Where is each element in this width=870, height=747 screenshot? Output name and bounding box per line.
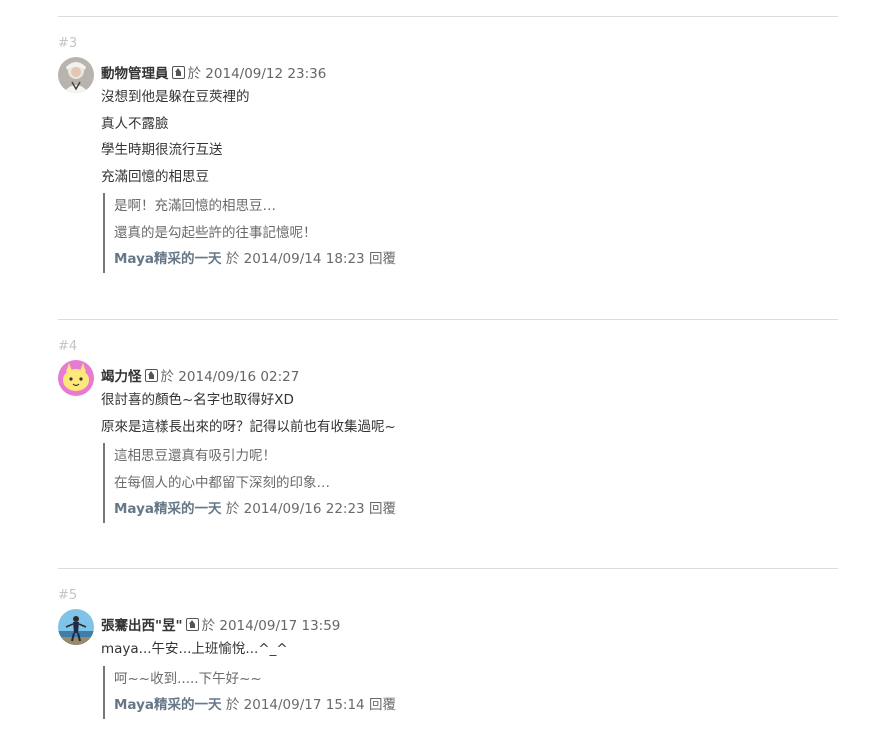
comment-header: 張騫出西"昱" 於 2014/09/17 13:59 — [58, 609, 838, 645]
comment-number: #5 — [58, 588, 78, 603]
at-label: 於 — [201, 618, 216, 634]
reply-line: 是啊！充滿回憶的相思豆… — [114, 198, 276, 214]
reply-time: 2014/09/16 22:23 — [243, 501, 365, 517]
reply-block: 是啊！充滿回憶的相思豆… 還真的是勾起些許的往事記憶呢！ Maya精采的一天 於… — [103, 193, 838, 273]
comment-line: 真人不露臉 — [101, 115, 169, 132]
reply-author[interactable]: Maya精采的一天 — [114, 501, 222, 517]
reply-label: 回覆 — [368, 697, 396, 713]
avatar-icon — [58, 609, 94, 645]
reply-author[interactable]: Maya精采的一天 — [114, 251, 222, 267]
reply-label: 回覆 — [368, 501, 396, 517]
comment-time: 2014/09/16 02:27 — [178, 369, 300, 385]
comment-meta: 張騫出西"昱" 於 2014/09/17 13:59 — [101, 616, 340, 636]
comment-3: #3 動物管理員於 2014/09/12 23:36 沒想到他是躲在豆莢裡的 真… — [58, 35, 838, 273]
comment-divider — [58, 319, 838, 320]
comment-header: 動物管理員 於 2014/09/12 23:36 — [58, 57, 838, 93]
reply-label: 回覆 — [368, 251, 396, 267]
reply-author[interactable]: Maya精采的一天 — [114, 697, 222, 713]
blog-home-icon[interactable] — [171, 66, 185, 79]
comment-body: maya...午安...上班愉悅...^_^ 呵~~收到.....下午好~~ M… — [101, 636, 838, 719]
comment-divider — [58, 16, 838, 17]
comment-body: 很討喜的顏色~名字也取得好XD 原來是這樣長出來的呀？記得以前也有收集過呢~ 這… — [101, 387, 838, 523]
reply-meta: Maya精采的一天 於 2014/09/17 15:14 回覆 — [114, 692, 838, 719]
avatar-icon — [58, 57, 94, 93]
reply-meta: Maya精采的一天 於 2014/09/14 18:23 回覆 — [114, 246, 838, 273]
reply-block: 這相思豆還真有吸引力呢！ 在每個人的心中都留下深刻的印象… Maya精采的一天 … — [103, 443, 838, 523]
reply-line: 還真的是勾起些許的往事記憶呢！ — [114, 224, 317, 241]
reply-time: 2014/09/17 15:14 — [243, 697, 365, 713]
comment-time: 2014/09/12 23:36 — [205, 66, 327, 82]
comment-line: 充滿回憶的相思豆 — [101, 168, 209, 185]
at-label: 於 — [225, 697, 240, 713]
comment-divider — [58, 568, 838, 569]
comment-author[interactable]: 竭力怪 — [101, 369, 142, 385]
comment-meta: 動物管理員 於 2014/09/12 23:36 — [101, 64, 326, 84]
comment-line: 原來是這樣長出來的呀？記得以前也有收集過呢~ — [101, 418, 396, 435]
reply-line: 呵~~收到.....下午好~~ — [114, 670, 262, 687]
at-label: 於 — [187, 66, 202, 82]
at-label: 於 — [160, 369, 175, 385]
blog-home-icon[interactable] — [185, 618, 199, 631]
at-label: 於 — [225, 501, 240, 517]
reply-time: 2014/09/14 18:23 — [243, 251, 365, 267]
blog-home-icon[interactable] — [144, 369, 158, 382]
reply-line: 在每個人的心中都留下深刻的印象… — [114, 474, 330, 491]
avatar[interactable] — [58, 57, 94, 93]
at-label: 於 — [225, 251, 240, 267]
comment-number: #3 — [58, 36, 78, 51]
reply-meta: Maya精采的一天 於 2014/09/16 22:23 回覆 — [114, 496, 838, 523]
comment-number: #4 — [58, 339, 78, 354]
comment-time: 2014/09/17 13:59 — [219, 618, 341, 634]
comment-meta: 竭力怪 於 2014/09/16 02:27 — [101, 367, 299, 387]
avatar[interactable] — [58, 609, 94, 645]
comment-author[interactable]: 張騫出西"昱" — [101, 618, 183, 634]
avatar[interactable] — [58, 360, 94, 396]
comment-5: #5 張騫出西"昱" 於 2014/09/17 13:59 maya...午安..… — [58, 587, 838, 719]
comment-author[interactable]: 動物管理員 — [101, 66, 169, 82]
reply-line: 這相思豆還真有吸引力呢！ — [114, 448, 276, 464]
avatar-icon — [58, 360, 94, 396]
comment-4: #4 竭力怪於 2014/09/16 02:27 很討喜的顏色~名字也取得好XD… — [58, 338, 838, 523]
reply-block: 呵~~收到.....下午好~~ Maya精采的一天 於 2014/09/17 1… — [103, 665, 838, 719]
comment-header: 竭力怪 於 2014/09/16 02:27 — [58, 360, 838, 396]
comment-line: 學生時期很流行互送 — [101, 142, 223, 158]
comment-body: 沒想到他是躲在豆莢裡的 真人不露臉 學生時期很流行互送 充滿回憶的相思豆 是啊！… — [101, 84, 838, 273]
